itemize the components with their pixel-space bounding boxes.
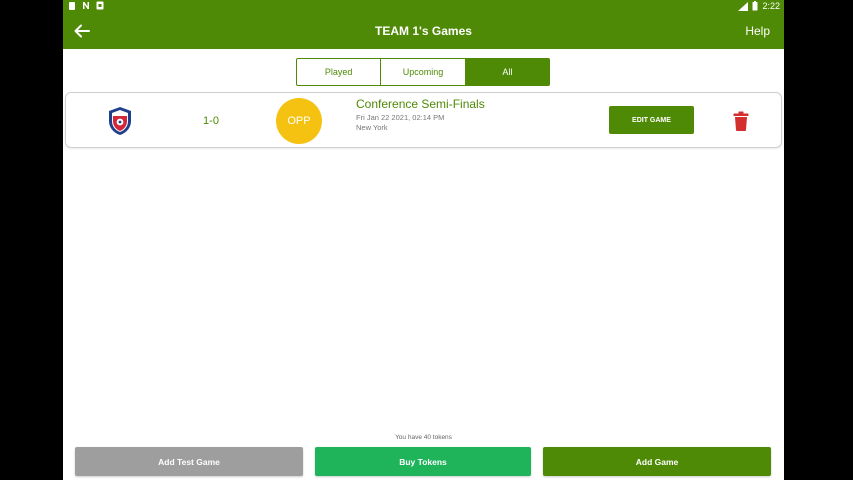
signal-icon — [738, 1, 749, 11]
app-notification-icon — [96, 1, 104, 10]
game-score: 1-0 — [203, 115, 219, 127]
status-time: 2:22 — [762, 1, 780, 11]
n-letter-icon — [83, 2, 89, 9]
app-bar: TEAM 1's Games Help — [63, 12, 784, 49]
buy-tokens-button[interactable]: Buy Tokens — [315, 447, 531, 476]
game-name: Conference Semi-Finals — [356, 97, 485, 111]
add-game-button[interactable]: Add Game — [543, 447, 771, 476]
game-card[interactable]: 1-0 OPP Conference Semi-Finals Fri Jan 2… — [65, 92, 782, 148]
page-title: TEAM 1's Games — [375, 24, 472, 38]
game-filter-tabs: Played Upcoming All — [296, 58, 550, 86]
opponent-badge: OPP — [276, 98, 322, 144]
trash-icon[interactable] — [733, 111, 749, 131]
tab-upcoming[interactable]: Upcoming — [381, 59, 466, 85]
game-datetime: Fri Jan 22 2021, 02:14 PM — [356, 113, 445, 122]
edit-game-button[interactable]: EDIT GAME — [609, 106, 694, 134]
game-location: New York — [356, 123, 388, 132]
add-test-game-button[interactable]: Add Test Game — [75, 447, 303, 476]
clipboard-icon — [69, 2, 75, 10]
app-screen: 2:22 TEAM 1's Games Help Played Upcoming… — [63, 0, 784, 480]
status-bar-system: 2:22 — [738, 0, 780, 12]
status-bar-notifications — [68, 1, 104, 10]
tab-all[interactable]: All — [465, 59, 549, 85]
battery-icon — [752, 1, 758, 11]
game-info: Conference Semi-Finals Fri Jan 22 2021, … — [356, 97, 485, 133]
help-button[interactable]: Help — [745, 12, 770, 50]
status-bar: 2:22 — [63, 0, 784, 12]
team-crest-icon — [109, 107, 131, 135]
tab-played[interactable]: Played — [297, 59, 382, 85]
token-balance-text: You have 40 tokens — [395, 434, 452, 441]
